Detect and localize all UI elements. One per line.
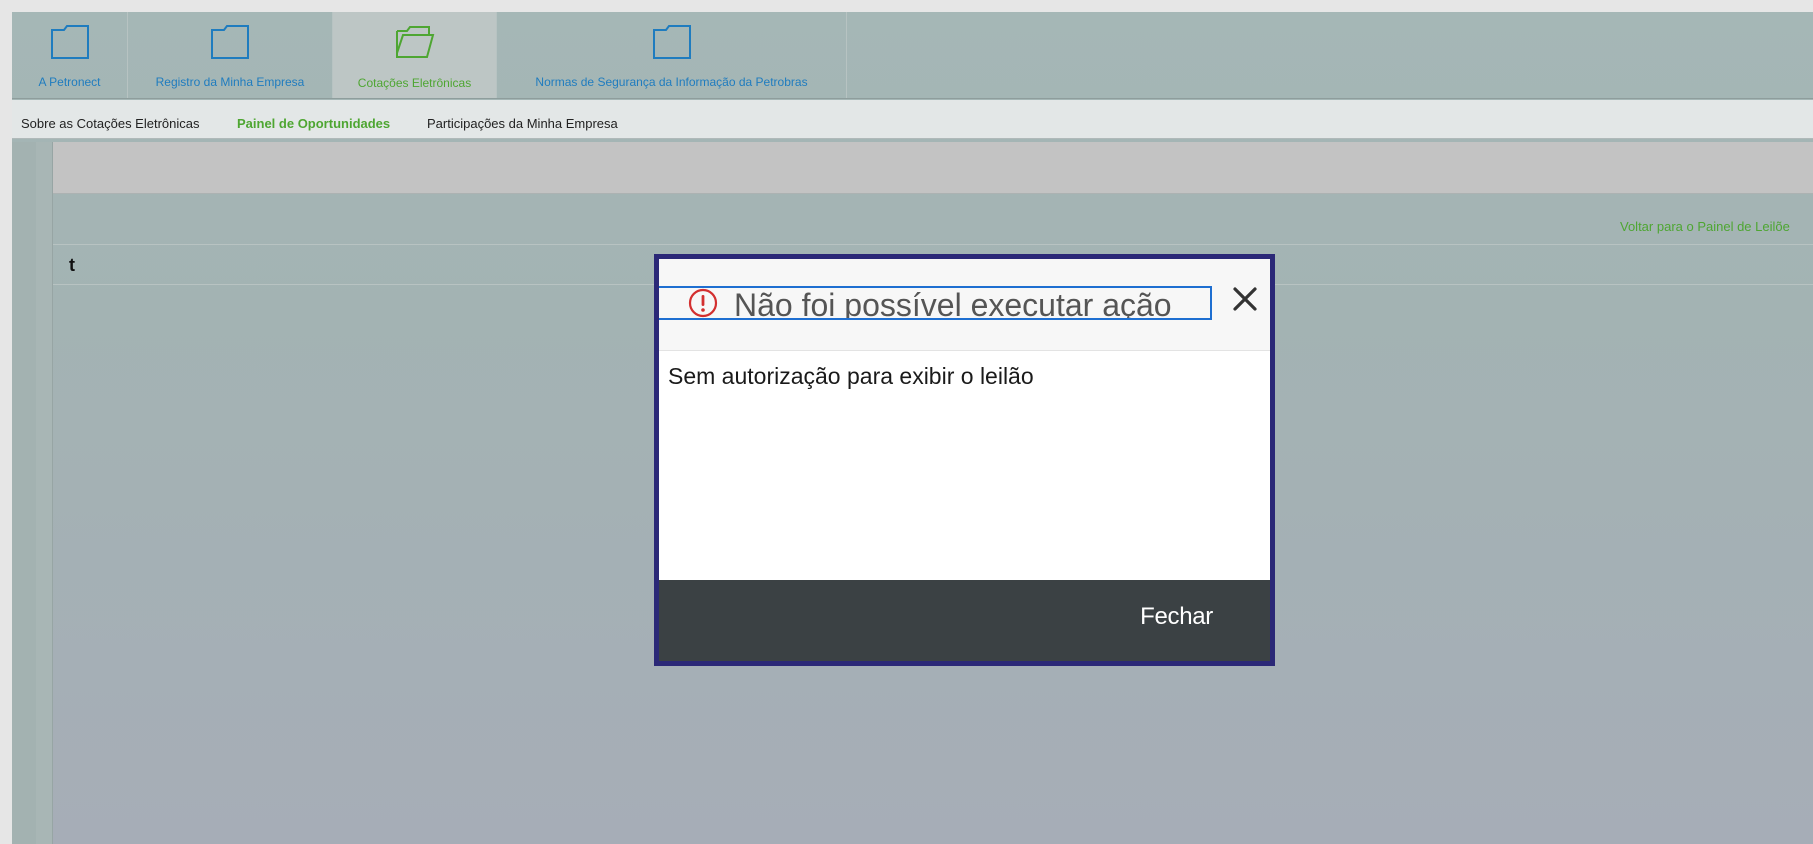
exclamation-circle-icon — [687, 288, 719, 318]
main-tabbar: A Petronect Registro da Minha Empresa Co… — [12, 12, 1813, 99]
subnav-participacoes[interactable]: Participações da Minha Empresa — [427, 116, 618, 131]
tab-normas-de-seguranca[interactable]: Normas de Segurança da Informação da Pet… — [497, 12, 847, 98]
folder-icon — [50, 22, 90, 62]
tab-label: Registro da Minha Empresa — [155, 75, 305, 89]
content-header-bar — [53, 142, 1813, 194]
error-modal: Não foi possível executar ação Sem autor… — [654, 254, 1275, 666]
folder-icon — [210, 22, 250, 62]
modal-footer: Fechar — [659, 580, 1270, 661]
tab-label: Cotações Eletrônicas — [357, 76, 472, 90]
modal-title: Não foi possível executar ação — [734, 287, 1172, 320]
left-rail-inner — [36, 142, 53, 844]
left-rail — [12, 142, 37, 844]
modal-header: Não foi possível executar ação — [659, 259, 1270, 351]
subnav-sobre-as-cotacoes[interactable]: Sobre as Cotações Eletrônicas — [21, 116, 199, 131]
sub-navigation: Sobre as Cotações Eletrônicas Painel de … — [12, 100, 1813, 139]
subnav-painel-de-oportunidades[interactable]: Painel de Oportunidades — [237, 116, 390, 131]
close-icon[interactable] — [1229, 283, 1261, 315]
tab-label: A Petronect — [38, 75, 101, 89]
folder-open-icon — [393, 22, 437, 62]
modal-message: Sem autorização para exibir o leilão — [668, 363, 1034, 389]
row-text: t — [69, 255, 75, 275]
tab-a-petronect[interactable]: A Petronect — [12, 12, 128, 98]
divider — [53, 244, 1813, 245]
close-button[interactable]: Fechar — [1140, 603, 1213, 631]
tab-label: Normas de Segurança da Informação da Pet… — [535, 75, 808, 89]
tab-cotacoes-eletronicas[interactable]: Cotações Eletrônicas — [333, 12, 497, 98]
folder-icon — [652, 22, 692, 62]
modal-title-box: Não foi possível executar ação — [659, 286, 1212, 320]
back-to-panel-link[interactable]: Voltar para o Painel de Leilõe — [1620, 219, 1790, 234]
tab-registro-da-minha-empresa[interactable]: Registro da Minha Empresa — [128, 12, 333, 98]
